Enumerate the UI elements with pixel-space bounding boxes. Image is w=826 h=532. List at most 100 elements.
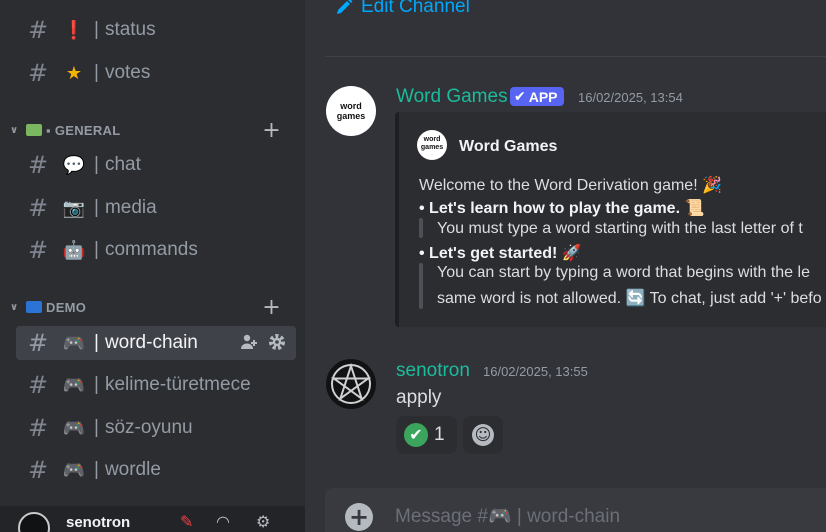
username: senotron [66, 514, 131, 531]
category-label: ▪ GENERAL [46, 122, 121, 138]
user-panel: senotron ✎ ◠ ⚙ [0, 506, 305, 532]
gear-icon[interactable] [268, 333, 286, 351]
blockquote-bar [419, 218, 423, 238]
category-general[interactable]: ∨ ▪ GENERAL + [10, 118, 295, 143]
chat-area: Edit Channel word games Word Games ✔ APP… [305, 0, 826, 532]
hash-icon: # [28, 59, 49, 87]
channel-separator: | [94, 459, 99, 480]
check-mark-icon: ✔ [404, 423, 428, 447]
channel-label: chat [104, 154, 141, 175]
message-author[interactable]: senotron [396, 360, 470, 382]
embed-line: You can start by typing a word that begi… [437, 264, 810, 281]
category-demo[interactable]: ∨ DEMO + [10, 295, 295, 320]
hash-icon: # [28, 371, 49, 399]
embed-line: • Let's learn how to play the game. 📜 [419, 200, 705, 217]
channel-kelime-turetmece[interactable]: # 🎮 | kelime-türetmece [16, 368, 296, 402]
message-content: apply [396, 387, 442, 408]
message-embed: word games Word Games Welcome to the Word… [395, 112, 826, 327]
channel-separator: | [94, 332, 99, 353]
hash-icon: # [28, 16, 49, 44]
pentagram-icon [330, 362, 372, 404]
embed-author-icon: word games [417, 130, 447, 160]
books-icon [26, 124, 42, 136]
message-input[interactable]: Message #🎮 | word-chain [395, 504, 620, 528]
embed-line: same word is not allowed. 🔄 To chat, jus… [437, 290, 822, 307]
gamepad-icon: 🎮 [62, 374, 86, 396]
edit-channel-link[interactable]: Edit Channel [335, 0, 470, 18]
exclamation-icon: ❗ [62, 19, 86, 41]
check-icon: ✔ [514, 88, 526, 104]
chevron-down-icon: ∨ [10, 124, 19, 136]
channel-separator: | [94, 62, 99, 83]
channel-actions [240, 333, 286, 351]
mute-mic-icon[interactable]: ✎ [180, 512, 193, 531]
app-badge-label: APP [528, 88, 558, 105]
message-author[interactable]: Word Games [396, 86, 508, 108]
invite-member-icon[interactable] [240, 333, 258, 351]
channel-label: word-chain [104, 332, 198, 353]
channel-separator: | [94, 154, 99, 175]
hash-icon: # [28, 414, 49, 442]
camera-icon: 📷 [62, 197, 86, 219]
hash-icon: # [28, 236, 49, 264]
add-attachment-icon[interactable]: + [345, 503, 373, 531]
avatar[interactable] [326, 359, 376, 409]
channel-word-chain[interactable]: # 🎮 | word-chain [16, 326, 296, 360]
app-badge: ✔ APP [510, 87, 564, 106]
divider [325, 56, 826, 57]
channel-label: söz-oyunu [104, 417, 193, 438]
channel-status[interactable]: # ❗ | status [16, 13, 296, 47]
speech-bubble-icon: 💬 [62, 154, 86, 176]
message-composer[interactable]: + Message #🎮 | word-chain [325, 488, 826, 532]
robot-icon: 🤖 [62, 239, 86, 261]
channel-media[interactable]: # 📷 | media [16, 191, 296, 225]
create-channel-icon[interactable]: + [262, 295, 281, 320]
headphones-icon[interactable]: ◠ [216, 512, 230, 531]
create-channel-icon[interactable]: + [262, 118, 281, 143]
hash-icon: # [28, 194, 49, 222]
gamepad-icon: 🎮 [62, 417, 86, 439]
channel-separator: | [94, 239, 99, 260]
channel-label: wordle [104, 459, 161, 480]
gear-icon[interactable]: ⚙ [256, 512, 270, 531]
embed-line: Welcome to the Word Derivation game! 🎉 [419, 177, 723, 194]
avatar[interactable]: word games [326, 86, 376, 136]
message-timestamp: 16/02/2025, 13:54 [578, 90, 683, 105]
smiley-icon: ☺ [472, 424, 494, 446]
channel-label: media [104, 197, 157, 218]
embed-line: • Let's get started! 🚀 [419, 245, 582, 262]
embed-line: You must type a word starting with the l… [437, 220, 803, 237]
reaction-count: 1 [434, 424, 445, 445]
channel-sidebar: # ❗ | status # ★ | votes ∨ ▪ GENERAL + #… [0, 0, 305, 532]
category-label: DEMO [46, 299, 87, 315]
channel-separator: | [94, 417, 99, 438]
channel-label: votes [104, 62, 151, 83]
hash-icon: # [28, 329, 49, 357]
channel-soz-oyunu[interactable]: # 🎮 | söz-oyunu [16, 411, 296, 445]
add-reaction-button[interactable]: ☺ [463, 416, 503, 454]
channel-commands[interactable]: # 🤖 | commands [16, 233, 296, 267]
avatar[interactable] [18, 512, 50, 532]
reaction-check[interactable]: ✔ 1 [396, 416, 457, 454]
message-timestamp: 16/02/2025, 13:55 [483, 364, 588, 379]
channel-chat[interactable]: # 💬 | chat [16, 148, 296, 182]
hash-icon: # [28, 151, 49, 179]
edit-channel-label: Edit Channel [361, 0, 470, 17]
channel-separator: | [94, 374, 99, 395]
gamepad-icon: 🎮 [62, 459, 86, 481]
free-icon [26, 301, 42, 313]
star-icon: ★ [65, 62, 83, 84]
channel-label: commands [104, 239, 198, 260]
avatar-logo-text: word games [336, 101, 366, 121]
chevron-down-icon: ∨ [10, 301, 19, 313]
pencil-icon [337, 0, 353, 14]
channel-wordle[interactable]: # 🎮 | wordle [16, 453, 296, 487]
channel-label: status [104, 19, 156, 40]
embed-author: Word Games [459, 138, 558, 155]
blockquote-bar [419, 263, 423, 309]
channel-separator: | [94, 197, 99, 218]
channel-label: kelime-türetmece [104, 374, 251, 395]
channel-separator: | [94, 19, 99, 40]
channel-votes[interactable]: # ★ | votes [16, 56, 296, 90]
gamepad-icon: 🎮 [62, 332, 86, 354]
